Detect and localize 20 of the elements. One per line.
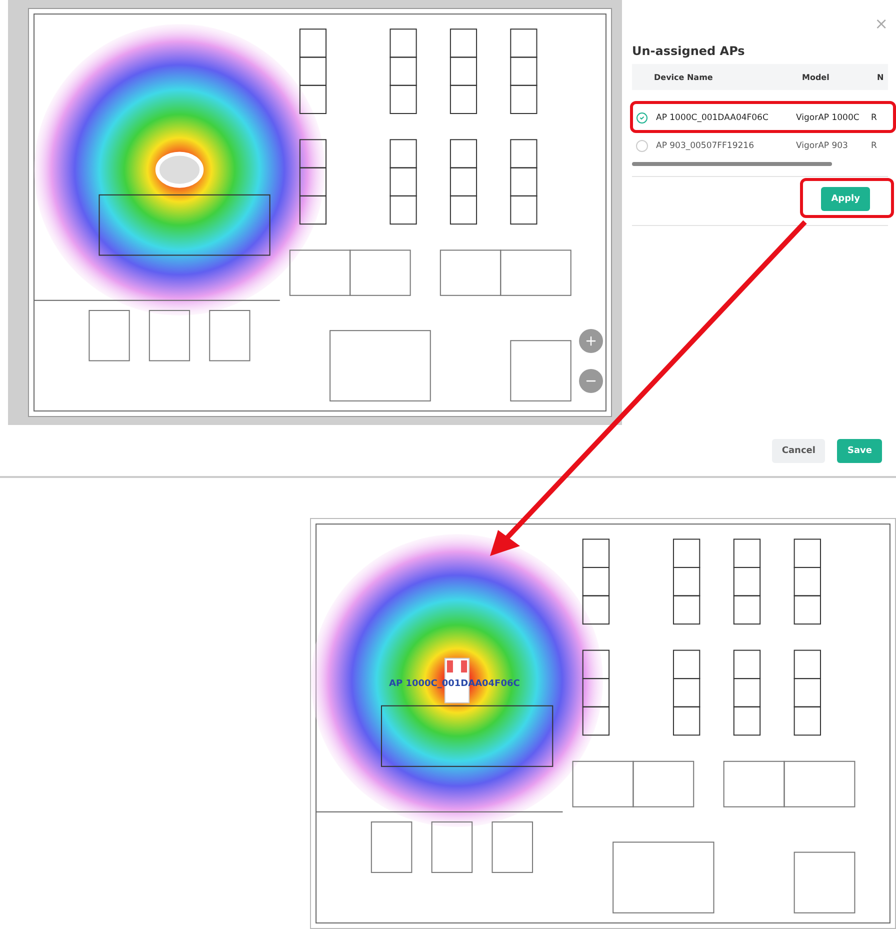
save-button[interactable]: Save (837, 438, 882, 462)
column-header: Device Name (654, 72, 714, 82)
table-cell-text: VigorAP 903 (796, 141, 849, 151)
apply-button[interactable]: Apply (821, 187, 870, 211)
zoom-out-button[interactable] (579, 369, 603, 393)
radio-button[interactable] (636, 112, 648, 124)
cancel-button[interactable]: Cancel (772, 438, 826, 462)
scrollbar[interactable] (632, 162, 832, 166)
table-cell-text: AP 1000C_001DAA04F06C (656, 113, 770, 123)
column-header: Model (802, 72, 830, 82)
close-button[interactable]: × (874, 14, 888, 33)
column-header: N (877, 72, 885, 82)
table-cell-text: R (871, 141, 878, 151)
zoom-in-button[interactable] (579, 329, 603, 353)
table-cell-text: VigorAP 1000C (796, 113, 860, 123)
radio-button[interactable] (636, 140, 648, 152)
panel-title: Un-assigned APs (632, 44, 746, 58)
table-cell-text: AP 903_00507FF19216 (656, 141, 755, 151)
plus-icon (584, 334, 598, 348)
table-cell-text: R (871, 113, 878, 123)
